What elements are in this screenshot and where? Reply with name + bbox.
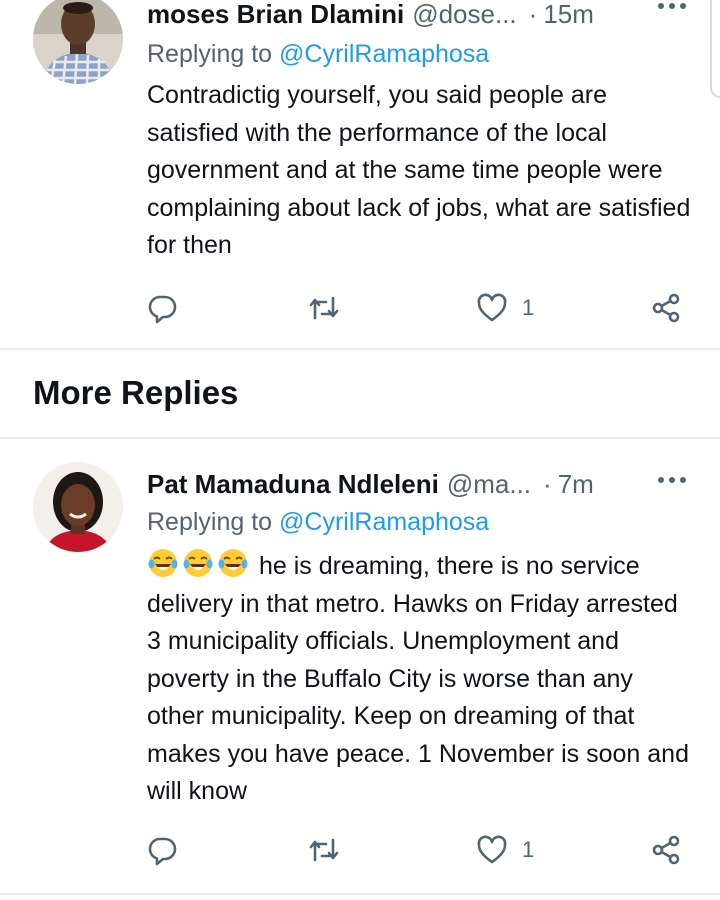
avatar[interactable] — [33, 0, 123, 84]
more-horizontal-icon[interactable] — [656, 474, 688, 486]
tweet-text: he is dreaming, there is no service deli… — [147, 552, 689, 805]
like-count: 1 — [522, 837, 535, 862]
timestamp[interactable]: 7m — [558, 469, 594, 500]
user-handle[interactable]: @ma... — [447, 469, 531, 500]
reply-icon — [148, 295, 177, 324]
tweet-header: moses Brian Dlamini @dose... · 15m — [147, 0, 720, 34]
replying-to-label: Replying to — [147, 508, 273, 536]
like-button[interactable]: 1 — [476, 830, 534, 870]
tweet-text: Contradictig yourself, you said people a… — [147, 81, 691, 259]
tweet-header: Pat Mamaduna Ndleleni @ma... · 7m — [147, 464, 720, 504]
retweet-icon — [309, 838, 339, 862]
mention-link[interactable]: @CyrilRamaphosa — [279, 40, 489, 68]
share-icon — [652, 835, 680, 865]
scrollbar[interactable] — [710, 0, 720, 98]
tears-of-joy-emoji-icon — [218, 549, 248, 577]
reply-button[interactable] — [146, 830, 178, 870]
tweet-text-block: he is dreaming, there is no service deli… — [147, 547, 692, 811]
tweet-actions: 1 — [0, 288, 720, 328]
retweet-icon — [309, 296, 339, 320]
like-count: 1 — [522, 295, 535, 320]
replying-to-line: Replying to @CyrilRamaphosa — [147, 508, 489, 537]
divider — [0, 348, 720, 350]
share-icon — [652, 293, 680, 323]
tears-of-joy-emoji-icon — [183, 549, 213, 577]
retweet-button[interactable] — [308, 288, 340, 328]
divider — [0, 893, 720, 895]
retweet-button[interactable] — [308, 830, 340, 870]
tears-of-joy-emoji-icon — [148, 549, 178, 577]
reply-button[interactable] — [146, 288, 178, 328]
reply-icon — [148, 837, 177, 866]
more-horizontal-icon[interactable] — [656, 0, 688, 12]
separator-dot: · — [543, 468, 552, 499]
avatar[interactable] — [33, 462, 123, 552]
replying-to-label: Replying to — [147, 40, 273, 68]
display-name[interactable]: moses Brian Dlamini — [147, 0, 404, 30]
user-handle[interactable]: @dose... — [412, 0, 516, 30]
share-button[interactable] — [650, 288, 682, 328]
reply-tweet[interactable]: Pat Mamaduna Ndleleni @ma... · 7m Replyi… — [0, 452, 720, 896]
divider — [0, 437, 720, 439]
timestamp[interactable]: 15m — [543, 0, 594, 30]
like-button[interactable]: 1 — [476, 288, 534, 328]
share-button[interactable] — [650, 830, 682, 870]
reply-tweet[interactable]: moses Brian Dlamini @dose... · 15m Reply… — [0, 0, 720, 348]
display-name[interactable]: Pat Mamaduna Ndleleni — [147, 469, 439, 500]
tweet-actions: 1 — [0, 830, 720, 870]
like-icon — [477, 293, 507, 322]
section-heading: More Replies — [33, 374, 239, 411]
separator-dot: · — [528, 0, 538, 29]
mention-link[interactable]: @CyrilRamaphosa — [279, 508, 489, 536]
avatar-photo — [33, 462, 123, 552]
like-icon — [477, 835, 507, 864]
avatar-photo — [33, 0, 123, 84]
replying-to-line: Replying to @CyrilRamaphosa — [147, 40, 489, 69]
